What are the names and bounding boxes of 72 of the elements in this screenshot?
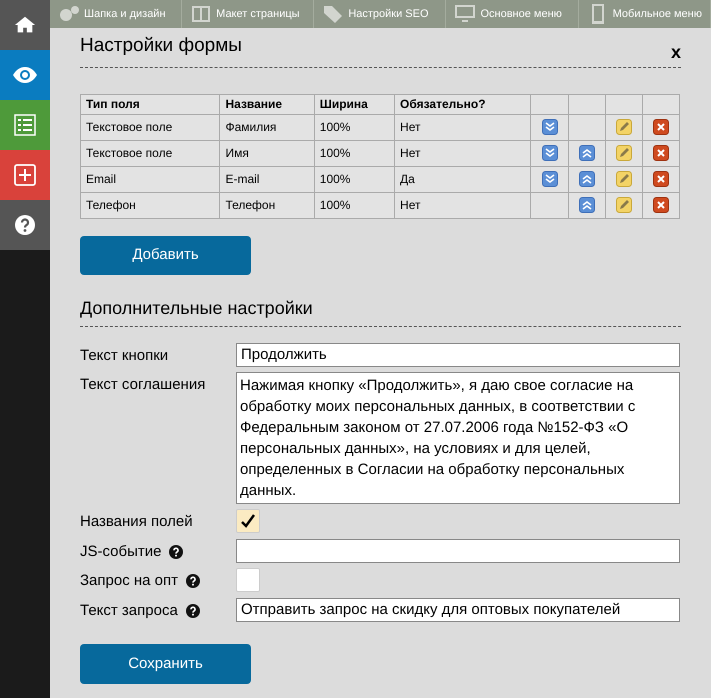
top-tab[interactable]: Мобильное меню xyxy=(578,0,711,28)
checkbox[interactable] xyxy=(236,568,260,592)
table-cell: Да xyxy=(394,166,531,192)
text-field[interactable] xyxy=(236,538,680,562)
move-down-icon[interactable] xyxy=(542,171,558,187)
help-icon[interactable] xyxy=(186,604,200,618)
text-field[interactable]: Продолжить xyxy=(236,342,680,366)
column-header: Тип поля xyxy=(80,94,220,114)
field-label: Текст кнопки xyxy=(80,346,168,366)
move-up-icon[interactable] xyxy=(578,145,595,161)
sidebar-button[interactable] xyxy=(0,50,50,100)
text-field[interactable]: Отправить запрос на скидку для оптовых покупателей xyxy=(236,598,680,622)
top-tab[interactable]: Настройки SEO xyxy=(314,0,446,28)
table-cell: E-mail xyxy=(220,166,314,192)
top-tab[interactable]: Шапка и дизайн xyxy=(50,0,182,28)
table-cell: Телефон xyxy=(80,192,220,218)
table-cell: 100% xyxy=(314,192,395,218)
layout-icon xyxy=(190,4,212,24)
move-up-icon[interactable] xyxy=(578,171,595,187)
table-cell: Текстовое поле xyxy=(80,114,220,140)
pencil-icon[interactable] xyxy=(616,145,632,161)
add-button[interactable]: Добавить xyxy=(80,236,251,274)
table-cell: 100% xyxy=(314,114,395,140)
pencil-icon[interactable] xyxy=(616,171,632,187)
table-cell: Телефон xyxy=(220,192,314,218)
help-icon xyxy=(14,214,36,236)
sidebar-button[interactable] xyxy=(0,150,50,200)
table-cell: Email xyxy=(80,166,220,192)
delete-icon[interactable] xyxy=(652,145,669,161)
column-header: Название xyxy=(220,94,314,114)
tag-icon xyxy=(322,4,344,24)
table-cell: 100% xyxy=(314,166,395,192)
column-header: Обязательно? xyxy=(394,94,531,114)
help-icon[interactable] xyxy=(186,574,200,588)
checkbox[interactable] xyxy=(236,509,260,533)
plus-icon xyxy=(14,164,36,186)
close-button[interactable]: x xyxy=(670,42,681,60)
save-button[interactable]: Сохранить xyxy=(80,644,251,684)
delete-icon[interactable] xyxy=(652,119,669,135)
field-label: Текст соглашения xyxy=(80,375,206,395)
table-cell: 100% xyxy=(314,140,395,166)
pencil-icon[interactable] xyxy=(616,197,632,213)
sidebar-button[interactable] xyxy=(0,100,50,150)
top-tab[interactable]: Макет страницы xyxy=(182,0,314,28)
top-tab[interactable]: Основное меню xyxy=(446,0,579,28)
column-header: Ширина xyxy=(314,94,395,114)
pencil-icon[interactable] xyxy=(616,119,632,135)
section-title: Дополнительные настройки xyxy=(80,298,313,318)
delete-icon[interactable] xyxy=(652,171,669,187)
sidebar-button[interactable] xyxy=(0,0,50,50)
field-label: JS-событие xyxy=(80,542,162,562)
check-icon xyxy=(240,513,256,529)
dialog-title: Настройки формы xyxy=(80,34,242,58)
table-cell: Нет xyxy=(394,140,531,166)
help-icon[interactable] xyxy=(169,544,184,559)
field-label: Названия полей xyxy=(80,512,193,532)
move-down-icon[interactable] xyxy=(542,145,558,161)
field-label: Запрос на опт xyxy=(80,571,178,591)
sidebar-button[interactable] xyxy=(0,200,50,250)
table-cell: Текстовое поле xyxy=(80,140,220,166)
field-label: Текст запроса xyxy=(80,600,178,620)
agreement-text-field[interactable]: Нажимая кнопку «Продолжить», я даю свое согласие на обработку моих персональных данных, в соответствии с Федеральным законом от 27.07.2006 года №152-ФЗ «О персональных данных», на условиях и для целей, определенных в Согласии на обработку персональных данных. xyxy=(236,372,680,504)
list-icon xyxy=(14,114,36,136)
table-cell: Нет xyxy=(394,114,531,140)
monitor-icon xyxy=(454,4,476,24)
eye-icon xyxy=(12,66,38,84)
table-cell: Фамилия xyxy=(220,114,314,140)
delete-icon[interactable] xyxy=(652,197,669,213)
move-down-icon[interactable] xyxy=(542,119,558,135)
move-up-icon[interactable] xyxy=(578,197,595,213)
table-cell: Нет xyxy=(394,192,531,218)
table-cell: Имя xyxy=(220,140,314,166)
